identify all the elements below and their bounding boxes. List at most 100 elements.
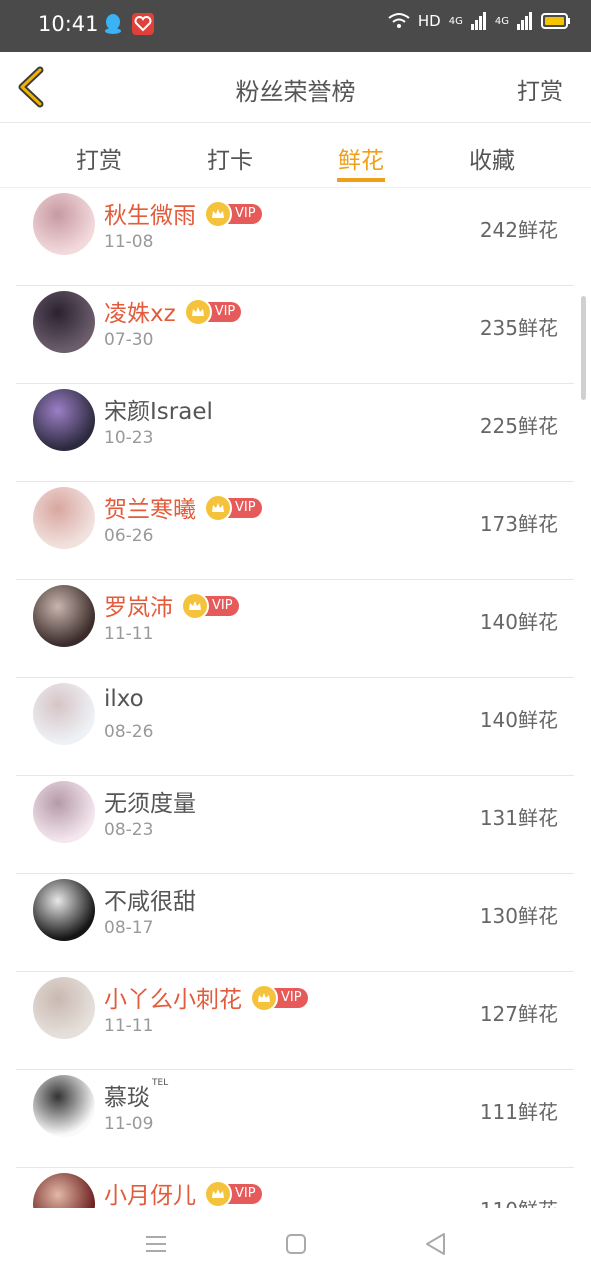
vip-badge: VIP (204, 1179, 262, 1208)
user-name: 不咸很甜 (104, 882, 196, 916)
avatar[interactable] (33, 781, 95, 843)
vip-label: VIP (212, 598, 233, 613)
user-name-text: 不咸很甜 (104, 889, 196, 915)
list-item[interactable]: 秋生微雨 VIP 11-08 242鲜花 (16, 188, 574, 286)
user-name-text: 无须度量 (104, 791, 196, 817)
avatar[interactable] (33, 1075, 95, 1137)
vip-badge: VIP (250, 983, 308, 1012)
top-bar: 粉丝荣誉榜 打赏 (0, 52, 591, 123)
list-item[interactable]: 慕琰TEL 11-09 111鲜花 (16, 1070, 574, 1168)
status-bar: 10:41 HD 4G 4G (0, 0, 591, 52)
tab-flowers[interactable]: 鲜花 (316, 141, 406, 175)
flower-count: 130鲜花 (479, 904, 558, 928)
user-name-text: 罗岚沛 (104, 595, 173, 621)
list-item[interactable]: 罗岚沛 VIP 11-11 140鲜花 (16, 580, 574, 678)
flower-count: 140鲜花 (479, 610, 558, 634)
tab-bar: 打赏 打卡 鲜花 收藏 (0, 123, 591, 188)
date: 08-26 (104, 722, 154, 742)
vip-label: VIP (235, 1186, 256, 1201)
signal-icon (470, 12, 486, 30)
date: 11-11 (104, 624, 154, 644)
flower-count: 173鲜花 (479, 512, 558, 536)
user-name: 宋颜Israel (104, 392, 213, 426)
avatar[interactable] (33, 389, 95, 451)
user-name-text: 秋生微雨 (104, 203, 196, 229)
avatar[interactable] (33, 193, 95, 255)
date: 11-09 (104, 1114, 154, 1134)
crown-icon (204, 493, 232, 522)
battery-icon (541, 13, 570, 29)
scrollbar-thumb[interactable] (581, 296, 586, 400)
home-square-icon[interactable] (282, 1230, 310, 1258)
list-item[interactable]: 小丫么小刺花 VIP 11-11 127鲜花 (16, 972, 574, 1070)
user-name-text: 凌姝xz (104, 301, 176, 327)
vip-badge: VIP (204, 493, 262, 522)
page-title: 粉丝荣誉榜 (235, 78, 356, 106)
avatar[interactable] (33, 487, 95, 549)
fan-ranking-list[interactable]: 秋生微雨 VIP 11-08 242鲜花凌姝xz VIP 07-30 235鲜花宋颜Isra… (16, 188, 574, 1208)
flower-count: 225鲜花 (479, 414, 558, 438)
user-name-text: ilxo (104, 686, 144, 712)
name-superscript: TEL (152, 1078, 169, 1088)
date: 06-26 (104, 526, 154, 546)
tab-checkin[interactable]: 打卡 (185, 141, 275, 175)
crown-icon (250, 983, 278, 1012)
user-name-text: 贺兰寒曦 (104, 497, 196, 523)
back-triangle-icon[interactable] (422, 1230, 450, 1258)
crown-icon (204, 1179, 232, 1208)
user-name-text: 慕琰 (104, 1085, 150, 1111)
flower-count: 242鲜花 (479, 218, 558, 242)
user-name-text: 小丫么小刺花 (104, 987, 242, 1013)
flower-count: 110鲜花 (480, 1194, 558, 1208)
date: 07-30 (104, 330, 154, 350)
avatar[interactable] (33, 585, 95, 647)
tab-active-indicator (337, 178, 385, 182)
vip-label: VIP (281, 990, 302, 1005)
wifi-icon (388, 13, 410, 28)
date: 11-08 (104, 232, 154, 252)
vip-label: VIP (235, 500, 256, 515)
flower-count: 235鲜花 (479, 316, 558, 340)
avatar[interactable] (33, 291, 95, 353)
crown-icon (204, 199, 232, 228)
flower-count: 111鲜花 (479, 1100, 558, 1124)
crown-icon (183, 297, 212, 326)
flower-count: 140鲜花 (479, 708, 558, 732)
date: 10-23 (104, 428, 154, 448)
list-item[interactable]: 凌姝xz VIP 07-30 235鲜花 (16, 286, 574, 384)
date: 08-23 (104, 820, 154, 840)
list-item[interactable]: 无须度量 08-23 131鲜花 (16, 776, 574, 874)
vip-label: VIP (235, 206, 256, 221)
user-name: 小丫么小刺花 VIP (104, 980, 308, 1014)
vip-badge: VIP (204, 199, 262, 228)
date: 08-17 (104, 918, 154, 938)
user-name-text: 小月伢儿 (104, 1183, 196, 1208)
user-name: ilxo (104, 686, 144, 712)
user-name: 罗岚沛 VIP (104, 588, 239, 622)
avatar[interactable] (33, 977, 95, 1039)
reward-button[interactable]: 打赏 (517, 72, 563, 106)
menu-icon[interactable] (142, 1230, 170, 1258)
avatar[interactable] (33, 683, 95, 745)
date: 11-11 (104, 1016, 154, 1036)
flower-count: 127鲜花 (479, 1002, 558, 1026)
status-time: 10:41 (38, 12, 99, 36)
crown-icon (181, 591, 209, 620)
tab-favorites[interactable]: 收藏 (447, 141, 537, 175)
list-item[interactable]: ilxo 08-26 140鲜花 (16, 678, 574, 776)
app-heart-icon (132, 13, 154, 35)
list-item[interactable]: 小月伢儿 VIP 110鲜花 (16, 1168, 574, 1208)
avatar[interactable] (33, 879, 95, 941)
avatar[interactable] (33, 1173, 95, 1208)
list-item[interactable]: 宋颜Israel 10-23 225鲜花 (16, 384, 574, 482)
list-item[interactable]: 不咸很甜 08-17 130鲜花 (16, 874, 574, 972)
user-name: 秋生微雨 VIP (104, 196, 262, 230)
status-right: HD 4G 4G (388, 12, 571, 30)
flower-count: 131鲜花 (479, 806, 558, 830)
list-item[interactable]: 贺兰寒曦 VIP 06-26 173鲜花 (16, 482, 574, 580)
user-name-text: 宋颜Israel (104, 399, 213, 425)
tab-reward[interactable]: 打赏 (54, 141, 144, 175)
vip-label: VIP (214, 304, 236, 319)
signal-icon-2 (517, 12, 532, 30)
vip-badge: VIP (181, 591, 239, 620)
